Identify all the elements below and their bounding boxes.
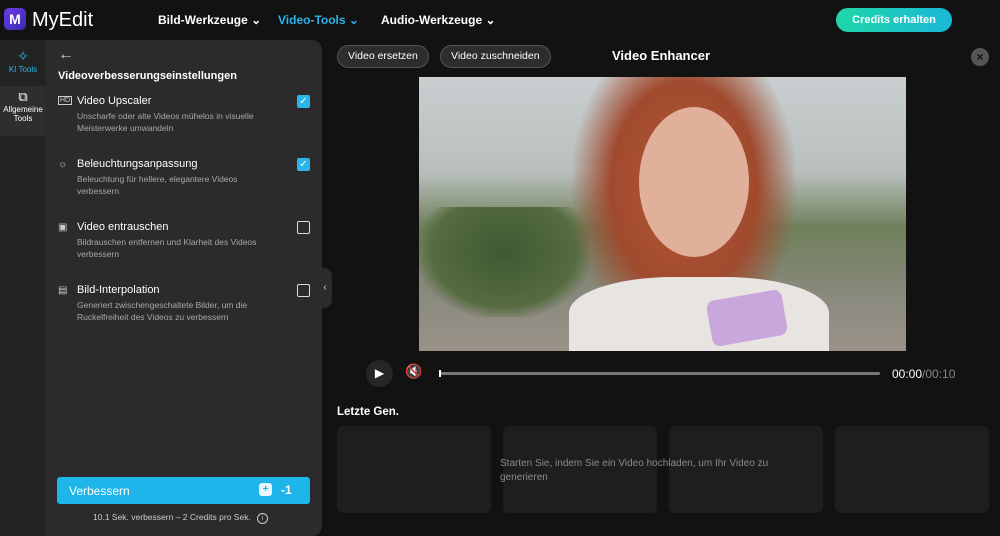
sidebar-item-allgemeine-tools[interactable]: ⧉ Allgemeine Tools — [0, 86, 46, 136]
nav-label: Bild-Werkzeuge — [158, 13, 248, 27]
chevron-down-icon: ⌄ — [348, 13, 359, 27]
current-time: 00:00 — [892, 367, 923, 381]
close-icon[interactable]: × — [971, 48, 989, 66]
nav-bild-werkzeuge[interactable]: Bild-Werkzeuge ⌄ — [158, 13, 261, 27]
muted-speaker-icon[interactable]: 🔇 — [405, 363, 422, 380]
video-frame-shirt — [569, 277, 829, 351]
enhance-button[interactable]: Verbessern + -1 — [57, 477, 310, 504]
enhance-label: Verbessern — [69, 484, 130, 498]
credit-note-text: 10.1 Sek. verbessern – 2 Credits pro Sek… — [93, 512, 251, 522]
interpolation-icon: ▤ — [58, 285, 68, 296]
option-title: Beleuchtungsanpassung — [77, 158, 198, 170]
option-title: Video entrauschen — [77, 221, 169, 233]
video-frame-background — [419, 207, 589, 317]
option-checkbox[interactable] — [297, 221, 310, 234]
recent-card — [835, 426, 989, 513]
collapse-panel-button[interactable]: ‹ — [318, 268, 332, 308]
option-checkbox[interactable]: ✓ — [297, 95, 310, 108]
top-bar: M MyEdit Bild-Werkzeuge ⌄ Video-Tools ⌄ … — [0, 0, 1000, 40]
replace-video-button[interactable]: Video ersetzen — [337, 45, 429, 68]
option-title: Video Upscaler — [77, 95, 152, 107]
crop-video-button[interactable]: Video zuschneiden — [440, 45, 551, 68]
progress-handle[interactable] — [439, 370, 441, 377]
recent-title: Letzte Gen. — [337, 406, 399, 418]
chevron-down-icon: ⌄ — [251, 13, 262, 27]
denoise-icon: ▣ — [58, 222, 68, 233]
option-description: Unscharfe oder alte Videos mühelos in vi… — [77, 111, 254, 133]
page-title: Video Enhancer — [612, 48, 711, 63]
info-icon[interactable]: i — [256, 513, 268, 524]
back-arrow-icon[interactable]: ← — [58, 46, 74, 64]
myedit-logo-icon[interactable]: M — [4, 8, 26, 30]
sidebar-item-ki-tools[interactable]: ✧ KI Tools — [0, 48, 46, 74]
nav-audio-werkzeuge[interactable]: Audio-Werkzeuge ⌄ — [381, 13, 496, 27]
sidebar-item-label: KI Tools — [8, 65, 38, 74]
video-progress-slider[interactable] — [439, 370, 880, 377]
video-frame-face — [639, 107, 749, 257]
nav-video-tools[interactable]: Video-Tools ⌄ — [278, 13, 359, 27]
chevron-down-icon: ⌄ — [485, 13, 496, 27]
layers-icon: ⧉ — [18, 89, 28, 104]
play-button[interactable]: ▶ — [366, 360, 393, 387]
nav-label: Audio-Werkzeuge — [381, 13, 483, 27]
recent-card — [337, 426, 491, 513]
sidebar-item-label: Allgemeine Tools — [3, 105, 43, 123]
option-description: Generiert zwischengeschaltete Bilder, um… — [77, 300, 248, 322]
option-description: Beleuchtung für hellere, elegantere Vide… — [77, 174, 238, 196]
sun-icon: ☼ — [58, 159, 68, 170]
brand-name[interactable]: MyEdit — [32, 9, 93, 32]
tool-sidebar: ✧ KI Tools ⧉ Allgemeine Tools — [0, 40, 46, 536]
total-time: /00:10 — [922, 367, 956, 381]
get-credits-button[interactable]: Credits erhalten — [836, 8, 952, 32]
nav-label: Video-Tools — [278, 13, 346, 27]
empty-state-text: Starten Sie, indem Sie ein Video hochlad… — [500, 458, 769, 483]
settings-title: Videoverbesserungseinstellungen — [58, 70, 237, 82]
credit-note: 10.1 Sek. verbessern – 2 Credits pro Sek… — [93, 512, 268, 524]
hd-icon: HD — [58, 96, 72, 105]
option-title: Bild-Interpolation — [77, 284, 160, 296]
credit-icon: + — [259, 483, 272, 496]
option-checkbox[interactable] — [297, 284, 310, 297]
video-preview[interactable] — [419, 77, 906, 351]
option-checkbox[interactable]: ✓ — [297, 158, 310, 171]
magic-wand-icon: ✧ — [17, 48, 29, 64]
credit-cost: -1 — [281, 483, 292, 497]
time-display: 00:00/00:10 — [892, 367, 955, 381]
option-description: Bildrauschen entfernen und Klarheit des … — [77, 237, 257, 259]
